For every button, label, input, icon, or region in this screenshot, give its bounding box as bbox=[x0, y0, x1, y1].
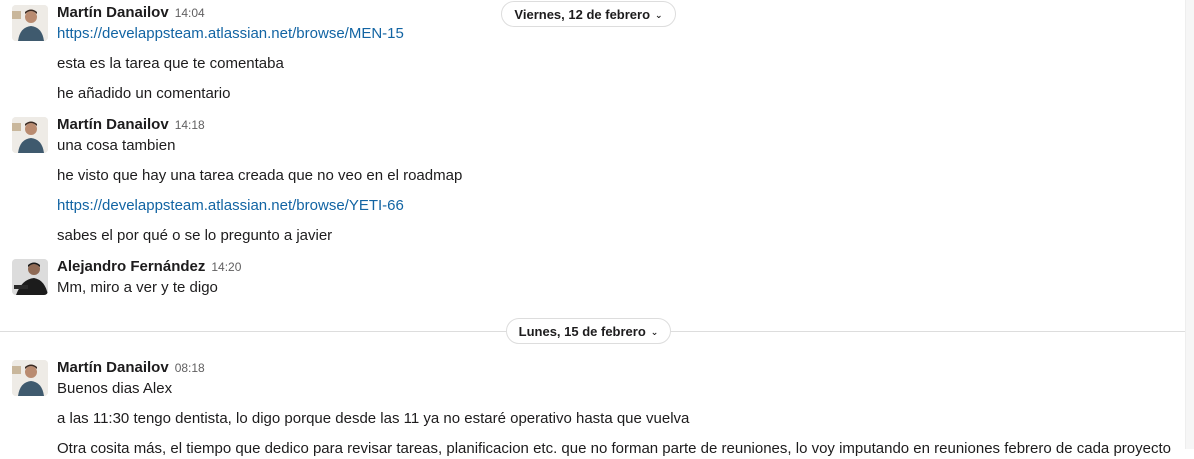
chevron-down-icon: ⌄ bbox=[655, 10, 663, 20]
message-timestamp[interactable]: 14:20 bbox=[211, 260, 241, 274]
scrollbar[interactable] bbox=[1185, 0, 1194, 449]
martin-avatar[interactable] bbox=[12, 117, 48, 153]
message-timestamp[interactable]: 14:18 bbox=[175, 118, 205, 132]
message-author[interactable]: Martín Danailov 14:18 bbox=[57, 116, 205, 134]
martin-avatar[interactable] bbox=[12, 5, 48, 41]
message-timestamp[interactable]: 08:18 bbox=[175, 361, 205, 375]
message-text: he añadido un comentario bbox=[57, 85, 231, 102]
date-label: Viernes, 12 de febrero bbox=[514, 7, 651, 22]
message-text: una cosa tambien bbox=[57, 137, 176, 154]
message-text: he visto que hay una tarea creada que no… bbox=[57, 167, 463, 184]
message-text: Mm, miro a ver y te digo bbox=[57, 279, 218, 296]
message-link[interactable]: https://develappsteam.atlassian.net/brow… bbox=[57, 24, 404, 44]
message-author[interactable]: Martín Danailov 08:18 bbox=[57, 359, 205, 377]
message-text: Buenos dias Alex bbox=[57, 380, 173, 397]
martin-avatar[interactable] bbox=[12, 360, 48, 396]
message-author[interactable]: Alejandro Fernández 14:20 bbox=[57, 258, 241, 276]
message-text: a las 11:30 tengo dentista, lo digo porq… bbox=[57, 410, 690, 427]
message-author[interactable]: Martín Danailov 14:04 bbox=[57, 4, 205, 22]
date-divider-button[interactable]: Lunes, 15 de febrero ⌄ bbox=[506, 318, 671, 344]
date-divider-button[interactable]: Viernes, 12 de febrero ⌄ bbox=[501, 1, 676, 27]
date-label: Lunes, 15 de febrero bbox=[518, 324, 646, 339]
message-text: esta es la tarea que te comentaba bbox=[57, 55, 284, 72]
message-timestamp[interactable]: 14:04 bbox=[175, 6, 205, 20]
alejandro-avatar[interactable] bbox=[12, 259, 48, 295]
message-link[interactable]: https://develappsteam.atlassian.net/brow… bbox=[57, 196, 404, 216]
message-text: Otra cosita más, el tiempo que dedico pa… bbox=[57, 440, 1171, 457]
chevron-down-icon: ⌄ bbox=[650, 327, 659, 337]
message-text: sabes el por qué o se lo pregunto a javi… bbox=[57, 227, 333, 244]
